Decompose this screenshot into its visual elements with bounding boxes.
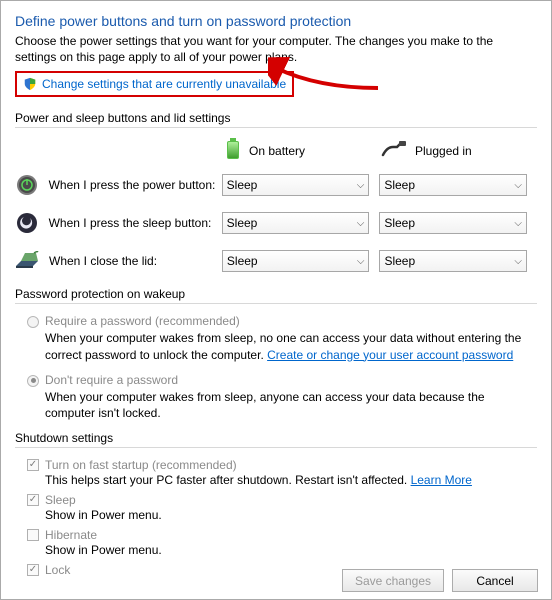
select-lid-plugged-value: Sleep bbox=[384, 254, 415, 268]
select-lid-battery[interactable]: Sleep ⌵ bbox=[222, 250, 370, 272]
check-fast-startup: Turn on fast startup (recommended) bbox=[15, 458, 537, 472]
select-power-plugged-value: Sleep bbox=[384, 178, 415, 192]
uac-shield-icon bbox=[23, 77, 37, 91]
save-button[interactable]: Save changes bbox=[342, 569, 444, 592]
chevron-down-icon: ⌵ bbox=[357, 180, 365, 191]
create-password-link[interactable]: Create or change your user account passw… bbox=[267, 348, 513, 362]
chevron-down-icon: ⌵ bbox=[357, 256, 365, 267]
check-sleep-desc: Show in Power menu. bbox=[15, 508, 537, 522]
radio-dont-require-password: Don't require a password bbox=[15, 373, 537, 387]
row-sleep-button: When I press the sleep button: Sleep ⌵ S… bbox=[15, 211, 537, 235]
plug-icon bbox=[381, 141, 407, 160]
radio-require-password-label: Require a password (recommended) bbox=[45, 314, 240, 328]
page-subtitle: Choose the power settings that you want … bbox=[15, 33, 537, 65]
radio-icon bbox=[27, 375, 39, 387]
radio-icon bbox=[27, 316, 39, 328]
check-hibernate-desc: Show in Power menu. bbox=[15, 543, 537, 557]
check-hibernate-label: Hibernate bbox=[45, 528, 97, 542]
power-button-icon bbox=[15, 173, 39, 197]
check-fast-startup-desc-text: This helps start your PC faster after sh… bbox=[45, 473, 411, 487]
change-settings-link[interactable]: Change settings that are currently unava… bbox=[42, 77, 286, 91]
column-header-battery-label: On battery bbox=[249, 144, 305, 158]
select-lid-plugged[interactable]: Sleep ⌵ bbox=[379, 250, 527, 272]
checkbox-icon bbox=[27, 564, 39, 576]
radio-require-password: Require a password (recommended) bbox=[15, 314, 537, 328]
row-power-button-label: When I press the power button: bbox=[49, 178, 222, 192]
check-sleep: Sleep bbox=[15, 493, 537, 507]
row-power-button: When I press the power button: Sleep ⌵ S… bbox=[15, 173, 537, 197]
sleep-button-icon bbox=[15, 211, 39, 235]
section-header-power-sleep: Power and sleep buttons and lid settings bbox=[15, 111, 537, 128]
column-header-battery: On battery bbox=[225, 138, 381, 163]
chevron-down-icon: ⌵ bbox=[514, 180, 522, 191]
section-header-shutdown: Shutdown settings bbox=[15, 431, 537, 448]
select-lid-battery-value: Sleep bbox=[227, 254, 258, 268]
radio-require-password-desc: When your computer wakes from sleep, no … bbox=[15, 330, 537, 362]
select-sleep-battery-value: Sleep bbox=[227, 216, 258, 230]
cancel-button[interactable]: Cancel bbox=[452, 569, 538, 592]
battery-icon bbox=[225, 138, 241, 163]
row-sleep-button-label: When I press the sleep button: bbox=[49, 216, 222, 230]
select-sleep-battery[interactable]: Sleep ⌵ bbox=[222, 212, 370, 234]
change-settings-link-box[interactable]: Change settings that are currently unava… bbox=[15, 71, 294, 97]
chevron-down-icon: ⌵ bbox=[514, 218, 522, 229]
radio-dont-require-password-label: Don't require a password bbox=[45, 373, 178, 387]
check-fast-startup-label: Turn on fast startup (recommended) bbox=[45, 458, 237, 472]
button-bar: Save changes Cancel bbox=[342, 569, 538, 592]
check-sleep-label: Sleep bbox=[45, 493, 76, 507]
row-close-lid: When I close the lid: Sleep ⌵ Sleep ⌵ bbox=[15, 249, 537, 273]
select-power-battery-value: Sleep bbox=[227, 178, 258, 192]
row-close-lid-label: When I close the lid: bbox=[49, 254, 222, 268]
lid-icon bbox=[15, 249, 39, 273]
select-power-plugged[interactable]: Sleep ⌵ bbox=[379, 174, 527, 196]
chevron-down-icon: ⌵ bbox=[357, 218, 365, 229]
checkbox-icon bbox=[27, 494, 39, 506]
learn-more-link[interactable]: Learn More bbox=[411, 473, 472, 487]
page-title: Define power buttons and turn on passwor… bbox=[15, 13, 537, 29]
column-header-plugged-label: Plugged in bbox=[415, 144, 472, 158]
select-sleep-plugged[interactable]: Sleep ⌵ bbox=[379, 212, 527, 234]
select-power-battery[interactable]: Sleep ⌵ bbox=[222, 174, 370, 196]
check-fast-startup-desc: This helps start your PC faster after sh… bbox=[15, 473, 537, 487]
chevron-down-icon: ⌵ bbox=[514, 256, 522, 267]
radio-dont-require-password-desc: When your computer wakes from sleep, any… bbox=[15, 389, 537, 421]
checkbox-icon bbox=[27, 459, 39, 471]
section-header-password: Password protection on wakeup bbox=[15, 287, 537, 304]
column-header-plugged: Plugged in bbox=[381, 141, 537, 160]
check-hibernate: Hibernate bbox=[15, 528, 537, 542]
check-lock-label: Lock bbox=[45, 563, 70, 577]
checkbox-icon bbox=[27, 529, 39, 541]
select-sleep-plugged-value: Sleep bbox=[384, 216, 415, 230]
